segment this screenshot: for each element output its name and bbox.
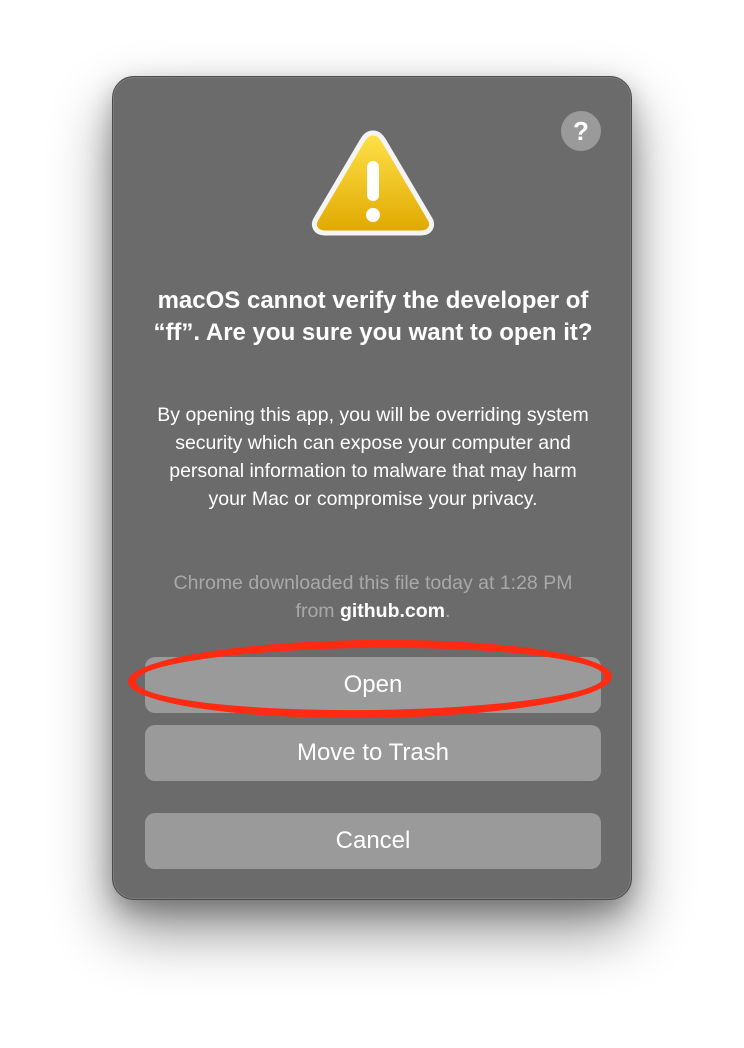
- download-source-suffix: .: [445, 600, 451, 622]
- download-source-note: Chrome downloaded this file today at 1:2…: [153, 569, 593, 625]
- download-source-domain: github.com: [339, 600, 446, 622]
- move-to-trash-button[interactable]: Move to Trash: [145, 725, 601, 781]
- cancel-button[interactable]: Cancel: [145, 813, 601, 869]
- dialog-title: macOS cannot verify the developer of “ff…: [153, 287, 593, 346]
- screen: ? macOS cannot verify the developer of “…: [0, 0, 744, 1048]
- help-button[interactable]: ?: [561, 111, 601, 151]
- open-button[interactable]: Open: [145, 657, 601, 713]
- dialog-body: By opening this app, you will be overrid…: [157, 404, 589, 510]
- security-alert-dialog: ? macOS cannot verify the developer of “…: [112, 76, 632, 900]
- warning-triangle-icon: [311, 130, 435, 236]
- question-mark-icon: ?: [573, 116, 589, 146]
